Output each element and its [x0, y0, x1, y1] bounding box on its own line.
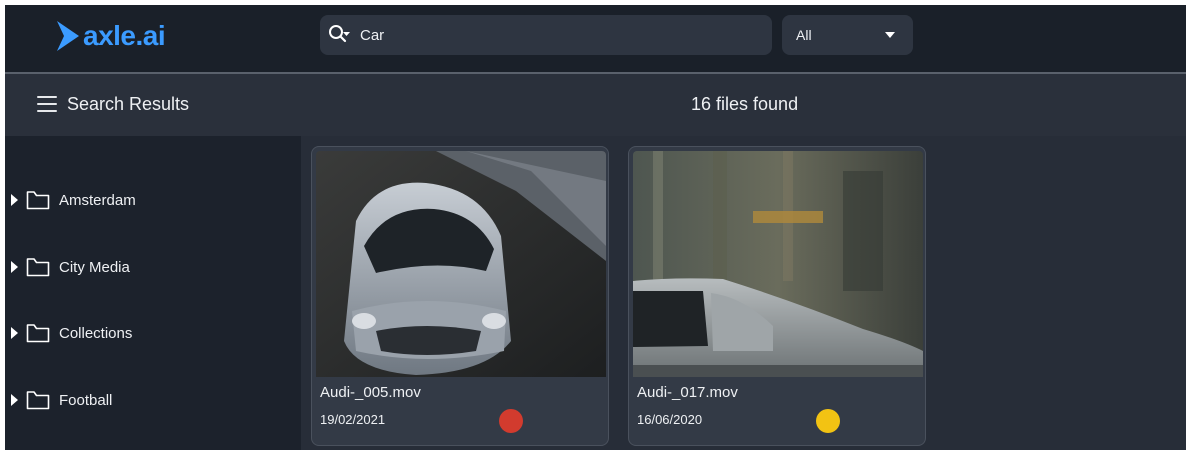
folder-icon	[26, 258, 50, 277]
folder-icon	[26, 191, 50, 210]
app-window: axle.ai All Search Results 16 files foun…	[5, 5, 1186, 450]
sidebar-item-label: Football	[59, 391, 113, 409]
search-filter-icon[interactable]	[328, 23, 356, 47]
video-thumbnail[interactable]	[316, 151, 606, 377]
asset-date: 19/02/2021	[320, 412, 386, 427]
results-grid: Audi-_005.mov 19/02/2021 Audi-_017.mov 1…	[301, 136, 1186, 450]
top-bar: axle.ai All	[5, 5, 1186, 72]
chevron-down-icon	[885, 32, 895, 38]
asset-name[interactable]: Audi-_005.mov	[320, 384, 421, 401]
page-title: Search Results	[67, 94, 190, 114]
folder-icon	[26, 391, 50, 410]
filter-selected-value: All	[796, 27, 812, 43]
results-count: 16 files found	[691, 94, 799, 114]
video-thumbnail[interactable]	[633, 151, 923, 377]
logo[interactable]: axle.ai	[55, 18, 166, 54]
status-indicator	[816, 409, 840, 433]
filter-dropdown[interactable]: All	[782, 15, 913, 55]
sidebar-item-amsterdam[interactable]: Amsterdam	[11, 186, 136, 214]
sidebar-item-label: City Media	[59, 258, 130, 276]
logo-chevron-icon	[57, 21, 79, 51]
folder-icon	[26, 324, 50, 343]
expand-arrow-icon[interactable]	[11, 327, 18, 339]
asset-name[interactable]: Audi-_017.mov	[637, 384, 738, 401]
hamburger-menu-icon[interactable]	[37, 96, 57, 112]
asset-card[interactable]: Audi-_017.mov 16/06/2020	[628, 146, 926, 446]
expand-arrow-icon[interactable]	[11, 394, 18, 406]
folder-sidebar: Amsterdam City Media Collections Footbal…	[5, 136, 301, 450]
sidebar-item-label: Collections	[59, 324, 133, 342]
sidebar-item-city-media[interactable]: City Media	[11, 253, 130, 281]
expand-arrow-icon[interactable]	[11, 194, 18, 206]
results-header: Search Results 16 files found	[5, 74, 1186, 136]
sidebar-item-label: Amsterdam	[59, 191, 136, 209]
expand-arrow-icon[interactable]	[11, 261, 18, 273]
asset-date: 16/06/2020	[637, 412, 703, 427]
asset-card[interactable]: Audi-_005.mov 19/02/2021	[311, 146, 609, 446]
search-input[interactable]	[360, 26, 740, 44]
search-box[interactable]	[320, 15, 772, 55]
sidebar-item-collections[interactable]: Collections	[11, 319, 132, 347]
status-indicator	[499, 409, 523, 433]
logo-text: axle.ai	[83, 20, 166, 51]
sidebar-item-football[interactable]: Football	[11, 386, 112, 414]
